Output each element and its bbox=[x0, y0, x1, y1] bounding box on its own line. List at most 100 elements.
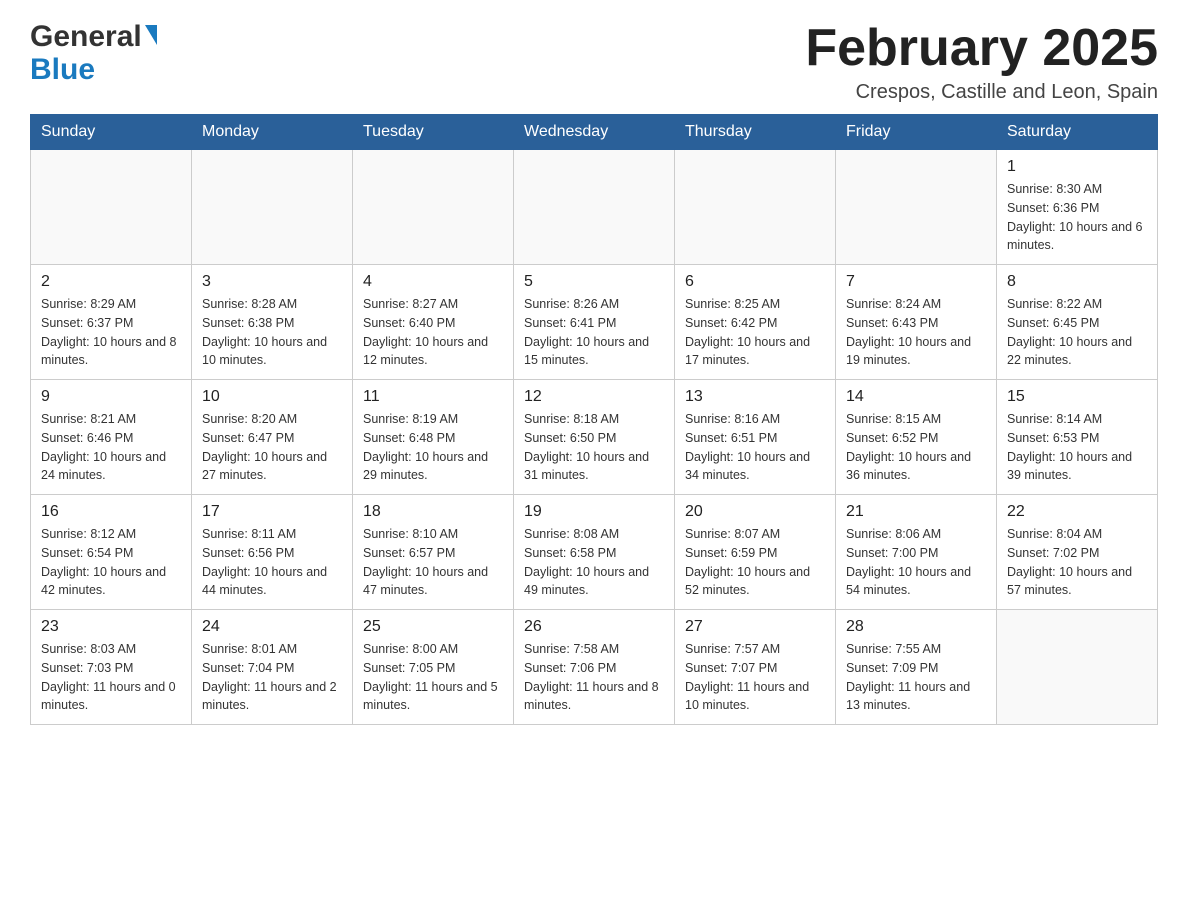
day-number: 20 bbox=[685, 503, 825, 521]
calendar-day-cell: 28 Sunrise: 7:55 AMSunset: 7:09 PMDayligh… bbox=[836, 610, 997, 725]
day-sun-info: Sunrise: 8:15 AMSunset: 6:52 PMDaylight:… bbox=[846, 410, 986, 485]
day-number: 4 bbox=[363, 273, 503, 291]
calendar-week-row: 9 Sunrise: 8:21 AMSunset: 6:46 PMDaylight… bbox=[31, 380, 1158, 495]
day-number: 26 bbox=[524, 618, 664, 636]
day-sun-info: Sunrise: 8:27 AMSunset: 6:40 PMDaylight:… bbox=[363, 295, 503, 370]
day-sun-info: Sunrise: 8:24 AMSunset: 6:43 PMDaylight:… bbox=[846, 295, 986, 370]
day-number: 27 bbox=[685, 618, 825, 636]
day-number: 25 bbox=[363, 618, 503, 636]
day-sun-info: Sunrise: 8:07 AMSunset: 6:59 PMDaylight:… bbox=[685, 525, 825, 600]
calendar-day-cell bbox=[353, 150, 514, 265]
calendar-table: Sunday Monday Tuesday Wednesday Thursday… bbox=[30, 114, 1158, 725]
col-thursday: Thursday bbox=[675, 115, 836, 150]
calendar-day-cell: 6 Sunrise: 8:25 AMSunset: 6:42 PMDaylight… bbox=[675, 265, 836, 380]
col-wednesday: Wednesday bbox=[514, 115, 675, 150]
calendar-day-cell: 25 Sunrise: 8:00 AMSunset: 7:05 PMDayligh… bbox=[353, 610, 514, 725]
calendar-day-cell: 16Sunrise: 8:12 AMSunset: 6:54 PMDayligh… bbox=[31, 495, 192, 610]
day-sun-info: Sunrise: 8:30 AMSunset: 6:36 PMDaylight:… bbox=[1007, 180, 1147, 255]
day-number: 15 bbox=[1007, 388, 1147, 406]
day-number: 8 bbox=[1007, 273, 1147, 291]
logo-general: General bbox=[30, 20, 157, 53]
day-sun-info: Sunrise: 7:58 AMSunset: 7:06 PMDaylight:… bbox=[524, 640, 664, 715]
calendar-day-cell: 4 Sunrise: 8:27 AMSunset: 6:40 PMDaylight… bbox=[353, 265, 514, 380]
day-sun-info: Sunrise: 8:29 AMSunset: 6:37 PMDaylight:… bbox=[41, 295, 181, 370]
day-sun-info: Sunrise: 8:14 AMSunset: 6:53 PMDaylight:… bbox=[1007, 410, 1147, 485]
day-sun-info: Sunrise: 8:11 AMSunset: 6:56 PMDaylight:… bbox=[202, 525, 342, 600]
calendar-week-row: 23Sunrise: 8:03 AMSunset: 7:03 PMDayligh… bbox=[31, 610, 1158, 725]
day-number: 3 bbox=[202, 273, 342, 291]
logo-blue-text: Blue bbox=[30, 53, 95, 86]
col-sunday: Sunday bbox=[31, 115, 192, 150]
day-sun-info: Sunrise: 8:18 AMSunset: 6:50 PMDaylight:… bbox=[524, 410, 664, 485]
calendar-day-cell: 9 Sunrise: 8:21 AMSunset: 6:46 PMDaylight… bbox=[31, 380, 192, 495]
day-number: 21 bbox=[846, 503, 986, 521]
calendar-day-cell: 13 Sunrise: 8:16 AMSunset: 6:51 PMDayligh… bbox=[675, 380, 836, 495]
title-block: February 2025 Crespos, Castille and Leon… bbox=[805, 20, 1158, 104]
calendar-day-cell bbox=[514, 150, 675, 265]
day-sun-info: Sunrise: 8:01 AMSunset: 7:04 PMDaylight:… bbox=[202, 640, 342, 715]
day-sun-info: Sunrise: 8:12 AMSunset: 6:54 PMDaylight:… bbox=[41, 525, 181, 600]
col-friday: Friday bbox=[836, 115, 997, 150]
day-sun-info: Sunrise: 7:55 AMSunset: 7:09 PMDaylight:… bbox=[846, 640, 986, 715]
day-number: 10 bbox=[202, 388, 342, 406]
calendar-day-cell: 27 Sunrise: 7:57 AMSunset: 7:07 PMDayligh… bbox=[675, 610, 836, 725]
calendar-day-cell: 5Sunrise: 8:26 AMSunset: 6:41 PMDaylight… bbox=[514, 265, 675, 380]
calendar-day-cell: 10 Sunrise: 8:20 AMSunset: 6:47 PMDayligh… bbox=[192, 380, 353, 495]
day-sun-info: Sunrise: 8:21 AMSunset: 6:46 PMDaylight:… bbox=[41, 410, 181, 485]
calendar-day-cell: 12 Sunrise: 8:18 AMSunset: 6:50 PMDayligh… bbox=[514, 380, 675, 495]
day-number: 7 bbox=[846, 273, 986, 291]
calendar-day-cell bbox=[997, 610, 1158, 725]
calendar-day-cell: 22 Sunrise: 8:04 AMSunset: 7:02 PMDayligh… bbox=[997, 495, 1158, 610]
page-header: General Blue February 2025 Crespos, Cast… bbox=[30, 20, 1158, 104]
day-number: 2 bbox=[41, 273, 181, 291]
calendar-week-row: 1 Sunrise: 8:30 AMSunset: 6:36 PMDaylight… bbox=[31, 150, 1158, 265]
calendar-week-row: 2 Sunrise: 8:29 AMSunset: 6:37 PMDaylight… bbox=[31, 265, 1158, 380]
calendar-day-cell: 15 Sunrise: 8:14 AMSunset: 6:53 PMDayligh… bbox=[997, 380, 1158, 495]
day-number: 22 bbox=[1007, 503, 1147, 521]
day-sun-info: Sunrise: 8:22 AMSunset: 6:45 PMDaylight:… bbox=[1007, 295, 1147, 370]
day-sun-info: Sunrise: 8:16 AMSunset: 6:51 PMDaylight:… bbox=[685, 410, 825, 485]
day-number: 23 bbox=[41, 618, 181, 636]
day-number: 5 bbox=[524, 273, 664, 291]
col-saturday: Saturday bbox=[997, 115, 1158, 150]
calendar-day-cell bbox=[192, 150, 353, 265]
day-sun-info: Sunrise: 8:28 AMSunset: 6:38 PMDaylight:… bbox=[202, 295, 342, 370]
day-number: 6 bbox=[685, 273, 825, 291]
day-number: 18 bbox=[363, 503, 503, 521]
calendar-day-cell: 26 Sunrise: 7:58 AMSunset: 7:06 PMDayligh… bbox=[514, 610, 675, 725]
day-sun-info: Sunrise: 8:20 AMSunset: 6:47 PMDaylight:… bbox=[202, 410, 342, 485]
calendar-day-cell: 24Sunrise: 8:01 AMSunset: 7:04 PMDayligh… bbox=[192, 610, 353, 725]
day-number: 14 bbox=[846, 388, 986, 406]
day-number: 28 bbox=[846, 618, 986, 636]
calendar-day-cell: 1 Sunrise: 8:30 AMSunset: 6:36 PMDaylight… bbox=[997, 150, 1158, 265]
calendar-day-cell bbox=[31, 150, 192, 265]
calendar-day-cell: 2 Sunrise: 8:29 AMSunset: 6:37 PMDaylight… bbox=[31, 265, 192, 380]
logo: General Blue bbox=[30, 20, 157, 86]
calendar-day-cell: 7 Sunrise: 8:24 AMSunset: 6:43 PMDaylight… bbox=[836, 265, 997, 380]
calendar-day-cell: 17Sunrise: 8:11 AMSunset: 6:56 PMDayligh… bbox=[192, 495, 353, 610]
calendar-day-cell: 14 Sunrise: 8:15 AMSunset: 6:52 PMDayligh… bbox=[836, 380, 997, 495]
calendar-day-cell: 20 Sunrise: 8:07 AMSunset: 6:59 PMDayligh… bbox=[675, 495, 836, 610]
calendar-day-cell: 3 Sunrise: 8:28 AMSunset: 6:38 PMDaylight… bbox=[192, 265, 353, 380]
logo-triangle-icon bbox=[145, 25, 157, 45]
day-sun-info: Sunrise: 8:25 AMSunset: 6:42 PMDaylight:… bbox=[685, 295, 825, 370]
day-number: 13 bbox=[685, 388, 825, 406]
calendar-day-cell: 18Sunrise: 8:10 AMSunset: 6:57 PMDayligh… bbox=[353, 495, 514, 610]
day-sun-info: Sunrise: 8:04 AMSunset: 7:02 PMDaylight:… bbox=[1007, 525, 1147, 600]
calendar-header-row: Sunday Monday Tuesday Wednesday Thursday… bbox=[31, 115, 1158, 150]
day-sun-info: Sunrise: 7:57 AMSunset: 7:07 PMDaylight:… bbox=[685, 640, 825, 715]
calendar-day-cell: 8 Sunrise: 8:22 AMSunset: 6:45 PMDaylight… bbox=[997, 265, 1158, 380]
day-sun-info: Sunrise: 8:00 AMSunset: 7:05 PMDaylight:… bbox=[363, 640, 503, 715]
month-title: February 2025 bbox=[805, 20, 1158, 77]
day-number: 1 bbox=[1007, 158, 1147, 176]
day-sun-info: Sunrise: 8:06 AMSunset: 7:00 PMDaylight:… bbox=[846, 525, 986, 600]
calendar-day-cell: 21 Sunrise: 8:06 AMSunset: 7:00 PMDayligh… bbox=[836, 495, 997, 610]
col-monday: Monday bbox=[192, 115, 353, 150]
calendar-day-cell bbox=[836, 150, 997, 265]
calendar-day-cell: 23Sunrise: 8:03 AMSunset: 7:03 PMDayligh… bbox=[31, 610, 192, 725]
calendar-day-cell: 11Sunrise: 8:19 AMSunset: 6:48 PMDayligh… bbox=[353, 380, 514, 495]
day-number: 9 bbox=[41, 388, 181, 406]
col-tuesday: Tuesday bbox=[353, 115, 514, 150]
day-number: 12 bbox=[524, 388, 664, 406]
location-subtitle: Crespos, Castille and Leon, Spain bbox=[805, 81, 1158, 104]
